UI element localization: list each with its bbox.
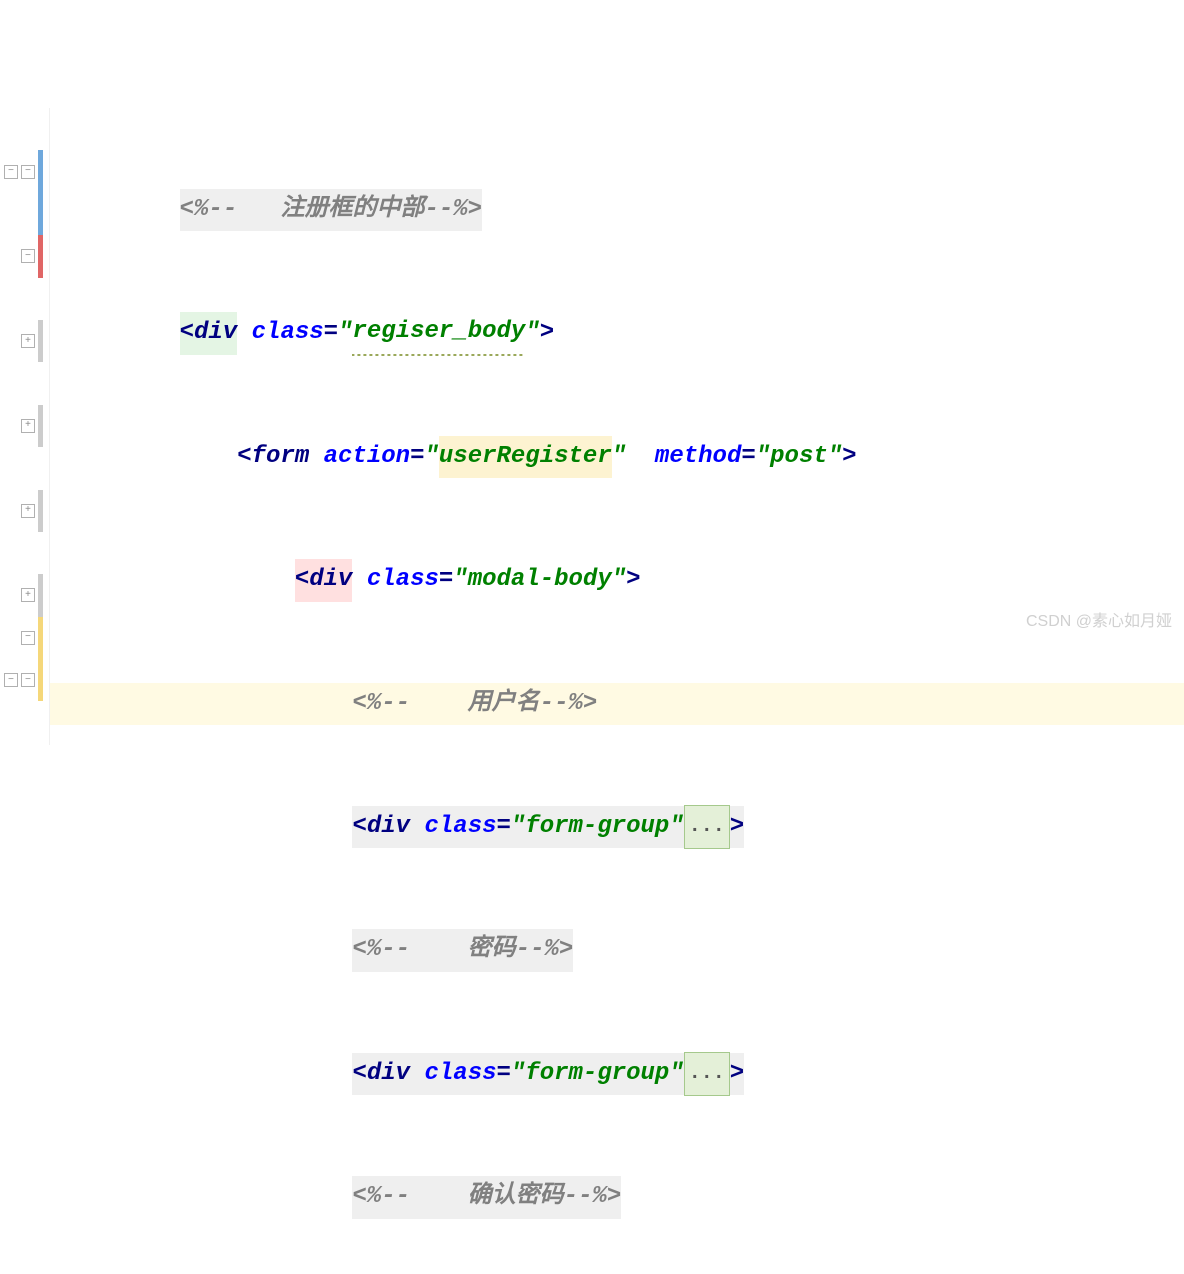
fold-icon[interactable]: −: [4, 673, 18, 687]
comment: <%-- 密码--%>: [352, 929, 573, 971]
gutter: −− − + + + + − −−: [0, 108, 50, 745]
expand-icon[interactable]: +: [21, 419, 35, 433]
code-line: <%-- 注册框的中部--%>: [50, 189, 1184, 231]
fold-placeholder[interactable]: ...: [684, 805, 730, 849]
code-line: <div class="modal-body">: [50, 559, 1184, 601]
fold-icon[interactable]: −: [4, 165, 18, 179]
code-line: <%-- 密码--%>: [50, 929, 1184, 971]
expand-icon[interactable]: +: [21, 334, 35, 348]
code-line-highlighted: <%-- 用户名--%>: [50, 683, 1184, 725]
code-area[interactable]: <%-- 注册框的中部--%> <div class="regiser_body…: [50, 108, 1184, 745]
fold-placeholder[interactable]: ...: [684, 1052, 730, 1096]
fold-icon[interactable]: −: [21, 165, 35, 179]
comment: <%-- 用户名--%>: [352, 683, 597, 725]
code-line: <%-- 确认密码--%>: [50, 1176, 1184, 1218]
fold-icon[interactable]: −: [21, 673, 35, 687]
code-line: <form action="userRegister" method="post…: [50, 436, 1184, 478]
watermark: CSDN @素心如月娅: [1026, 607, 1172, 631]
code-line: <div class="form-group"...>: [50, 806, 1184, 848]
fold-icon[interactable]: −: [21, 631, 35, 645]
code-line: <div class="regiser_body">: [50, 312, 1184, 354]
comment: <%-- 注册框的中部--%>: [180, 189, 482, 231]
code-line: <div class="form-group"...>: [50, 1053, 1184, 1095]
comment: <%-- 确认密码--%>: [352, 1176, 621, 1218]
fold-icon[interactable]: −: [21, 249, 35, 263]
expand-icon[interactable]: +: [21, 588, 35, 602]
expand-icon[interactable]: +: [21, 504, 35, 518]
